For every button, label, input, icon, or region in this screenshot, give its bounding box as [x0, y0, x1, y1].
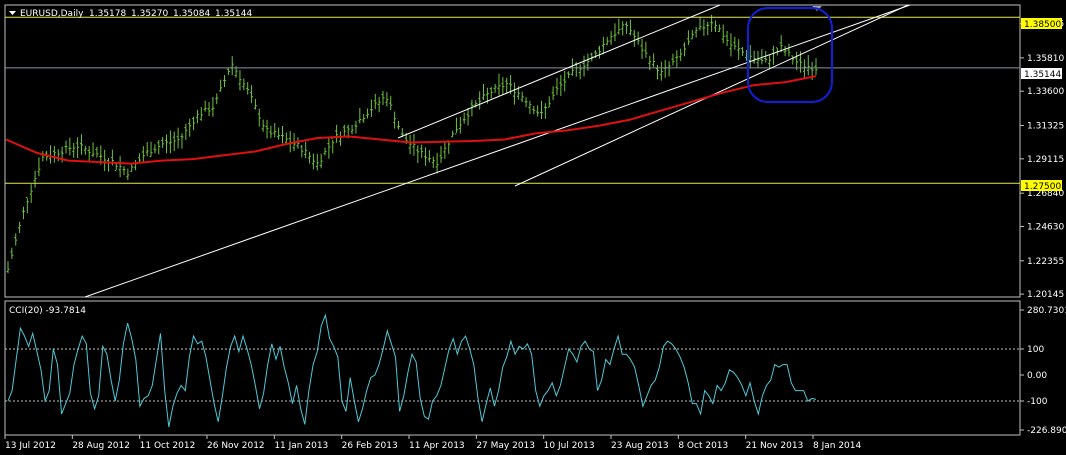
- cci-title: CCI(20) -93.7814: [9, 306, 86, 316]
- time-axis-label: 10 Jul 2013: [544, 441, 595, 451]
- resistance-level-label: 1.38500: [1024, 20, 1061, 30]
- cci-axis-label: 0.00: [1027, 371, 1047, 381]
- support-level-label: 1.27500: [1024, 182, 1061, 192]
- price-axis-label: 1.33600: [1027, 87, 1064, 97]
- cci-axis-label: -100: [1027, 397, 1048, 407]
- price-axis-label: 1.22355: [1027, 257, 1064, 267]
- price-axis-label: 1.29115: [1027, 155, 1064, 165]
- time-axis-label: 27 May 2013: [476, 441, 535, 451]
- time-axis-label: 26 Feb 2013: [342, 441, 398, 451]
- time-axis-label: 13 Jul 2012: [5, 441, 56, 451]
- price-axis-label: 1.31325: [1027, 122, 1064, 132]
- resistance-level-marker: 1.38500: [1021, 18, 1062, 30]
- time-axis-label: 21 Nov 2013: [746, 441, 804, 451]
- cci-panel[interactable]: [4, 300, 1021, 436]
- time-axis: 13 Jul 2012 28 Aug 2012 11 Oct 2012 26 Nov …: [4, 435, 861, 451]
- time-axis-label: 28 Aug 2012: [72, 441, 130, 451]
- chart-terminal: EURUSD,Daily 1.35178 1.35270 1.35084 1.3…: [0, 0, 1066, 455]
- time-axis-label: 8 Jan 2014: [813, 441, 861, 451]
- current-price-label: 1.35144: [1024, 70, 1061, 80]
- price-axis-label: 1.20145: [1027, 290, 1064, 300]
- cci-axis: 280.7301 100 0.00 -100 -226.8909: [1020, 306, 1066, 436]
- price-axis-label: 1.24630: [1027, 222, 1064, 232]
- time-axis-label: 11 Apr 2013: [409, 441, 465, 451]
- time-axis-label: 11 Oct 2012: [140, 441, 196, 451]
- price-axis: 1.380851.358101.336001.313251.291151.268…: [1020, 20, 1064, 300]
- current-price-marker: 1.35144: [1021, 68, 1062, 80]
- cci-axis-label: 100: [1027, 345, 1044, 355]
- time-axis-label: 11 Jan 2013: [274, 441, 328, 451]
- price-axis-label: 1.35810: [1027, 54, 1064, 64]
- time-axis-label: 8 Oct 2013: [678, 441, 728, 451]
- main-chart-panel[interactable]: [4, 4, 1021, 298]
- cci-axis-label: -226.8909: [1027, 426, 1066, 436]
- support-level-marker: 1.27500: [1021, 180, 1062, 192]
- time-axis-label: 26 Nov 2012: [207, 441, 265, 451]
- cci-axis-label: 280.7301: [1027, 306, 1066, 316]
- time-axis-label: 23 Aug 2013: [611, 441, 669, 451]
